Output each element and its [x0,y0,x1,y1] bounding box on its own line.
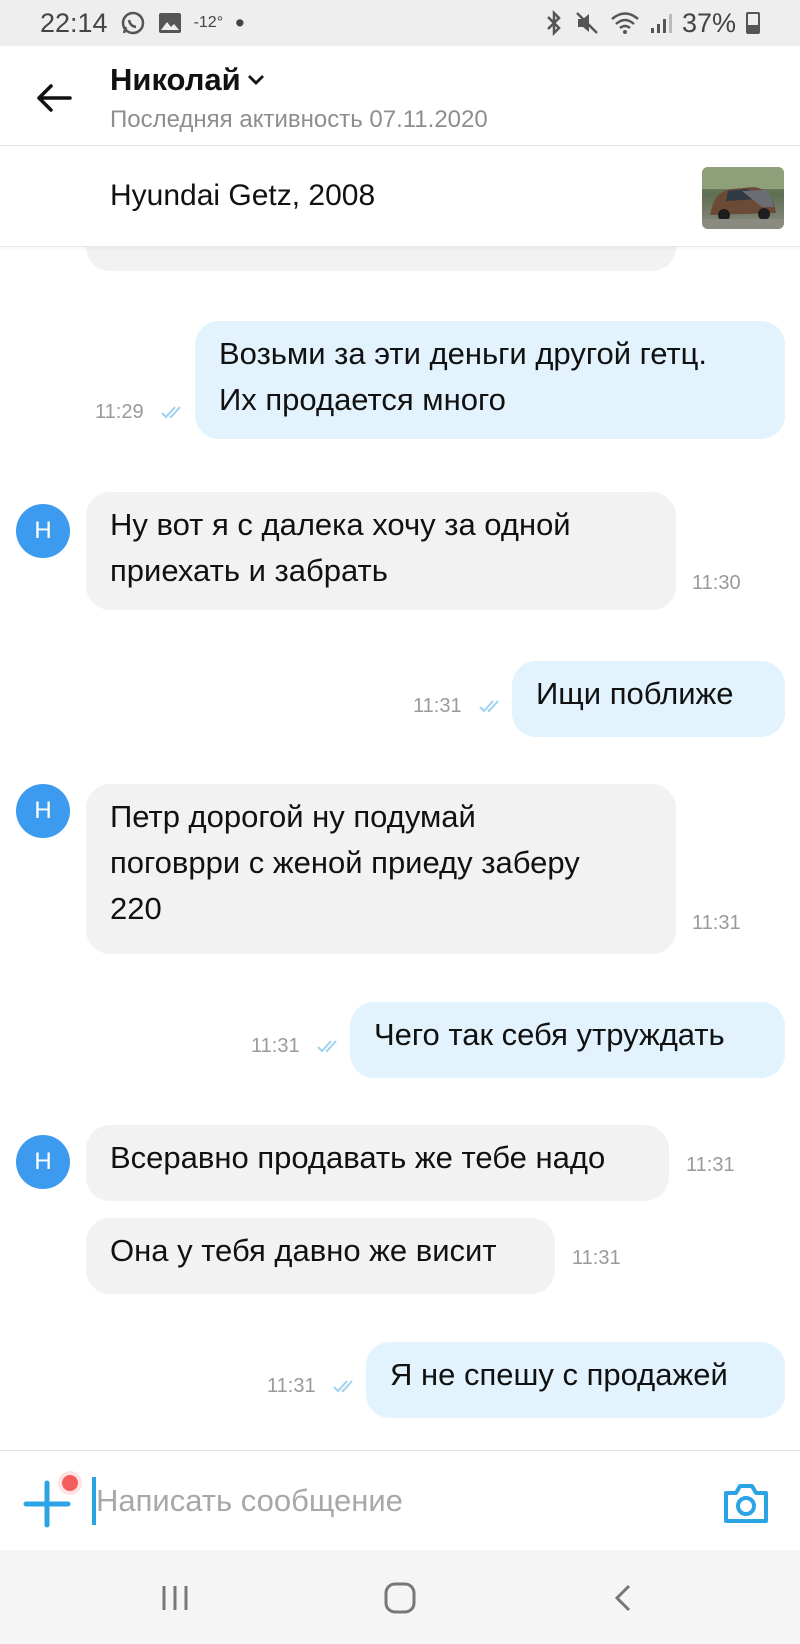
double-check-icon [479,700,499,713]
message-text-line: Она у тебя давно же висит [110,1233,497,1268]
chat-header: Николай Последняя активность 07.11.2020 [0,46,800,146]
message-bubble-in[interactable]: Она у тебя давно же висит [86,1218,555,1294]
battery-percent: 37% [681,7,736,38]
wifi-icon [611,12,639,34]
weather-temperature: -12° [193,14,224,31]
camera-icon [724,1484,768,1523]
message-text-line: Чего так себя утруждать [374,1017,725,1052]
gallery-icon [158,13,181,33]
message-time: 11:31 [692,912,741,934]
listing-thumbnail[interactable] [702,167,784,229]
message-partial [86,247,676,271]
home-icon [384,1582,416,1614]
message-list[interactable]: 11:29 Возьми за эти деньги другой гетц. … [0,247,800,1450]
status-time: 22:14 [40,7,108,38]
message-input[interactable] [96,1475,676,1527]
system-navigation-bar [0,1550,800,1644]
nav-back-button[interactable] [603,1580,643,1616]
status-bar: 22:14 -12° • 37% [0,0,800,46]
avatar[interactable]: Н [16,504,70,558]
avatar[interactable]: Н [16,1135,70,1189]
back-button[interactable] [30,74,78,122]
avatar[interactable]: Н [16,784,70,838]
back-icon [614,1584,631,1612]
signal-icon [650,14,672,33]
message-time: 11:31 [267,1375,316,1397]
double-check-icon [317,1040,337,1053]
message-text-line: Я не спешу с продажей [390,1357,728,1392]
message-bubble-out[interactable]: Возьми за эти деньги другой гетц. Их про… [195,321,785,439]
whatsapp-icon [121,11,144,35]
message-time: 11:31 [572,1247,621,1269]
contact-name: Николай [110,62,241,97]
home-button[interactable] [380,1580,420,1616]
status-dot: • [235,7,245,38]
listing-bar[interactable]: Hyundai Getz, 2008 [0,147,800,247]
message-bubble-in[interactable]: Ну вот я с далека хочу за одной приехать… [86,492,676,610]
mute-icon [576,12,598,34]
message-time: 11:31 [251,1035,300,1057]
message-composer [0,1450,800,1550]
message-time: 11:31 [413,695,462,717]
message-text-line: Возьми за эти деньги другой гетц. [219,336,708,371]
message-text-line: поговрри с женой приеду заберу [110,845,580,880]
message-bubble-out[interactable]: Я не спешу с продажей [366,1342,785,1418]
message-text-line: Ищи поближе [536,676,734,711]
arrow-left-icon [37,84,72,112]
recent-apps-icon [162,1586,188,1610]
message-bubble-in[interactable]: Всеравно продавать же тебе надо [86,1125,669,1201]
message-time: 11:30 [692,572,741,594]
message-text-line: Петр дорогой ну подумай [110,799,476,834]
listing-title: Hyundai Getz, 2008 [110,179,376,212]
message-time: 11:31 [686,1154,735,1176]
message-text-line: Ну вот я с далека хочу за одной [110,507,571,542]
double-check-icon [161,406,181,419]
message-bubble-out[interactable]: Ищи поближе [512,661,785,737]
message-text-line: Их продается много [219,382,506,417]
message-text-line: приехать и забрать [110,553,388,588]
contact-name-button[interactable]: Николай [110,62,265,98]
message-bubble-out[interactable]: Чего так себя утруждать [350,1002,785,1078]
message-text-line: 220 [110,891,162,926]
double-check-icon [333,1380,353,1393]
chevron-down-icon [247,75,264,85]
bluetooth-icon [547,10,561,36]
message-text-line: Всеравно продавать же тебе надо [110,1140,606,1175]
recent-apps-button[interactable] [155,1580,195,1616]
camera-button[interactable] [722,1481,770,1525]
last-active: Последняя активность 07.11.2020 [110,106,488,133]
message-time: 11:29 [95,401,144,423]
message-bubble-in[interactable]: Петр дорогой ну подумай поговрри с женой… [86,784,676,954]
notification-dot [58,1471,82,1495]
battery-icon [746,12,760,34]
